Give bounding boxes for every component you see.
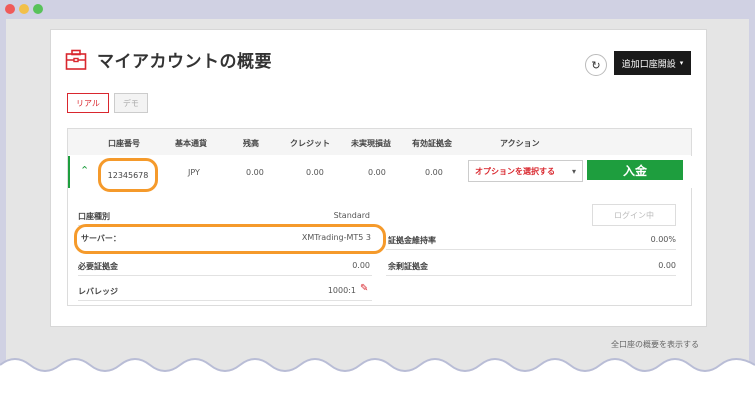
free-margin-value: 0.00 bbox=[658, 261, 676, 270]
balance-value: 0.00 bbox=[246, 168, 264, 177]
equity-value: 0.00 bbox=[425, 168, 443, 177]
free-margin-label: 余剰証拠金 bbox=[388, 262, 428, 271]
server-label: サーバー： bbox=[81, 234, 121, 243]
add-account-label: 追加口座開設 bbox=[621, 59, 676, 70]
col-credit: クレジット bbox=[290, 139, 330, 148]
window-controls bbox=[5, 4, 43, 14]
server-highlight: サーバー： XMTrading-MT5 3 bbox=[74, 224, 386, 254]
col-account-number: 口座番号 bbox=[108, 139, 140, 148]
browser-frame: マイアカウントの概要 ↻ 追加口座開設 ▾ リアル デモ 口座番号 基本通貨 残… bbox=[0, 0, 755, 407]
unrealized-value: 0.00 bbox=[368, 168, 386, 177]
divider bbox=[78, 275, 372, 276]
wallet-icon bbox=[65, 49, 87, 70]
col-action: アクション bbox=[500, 139, 540, 148]
maintenance-margin-value: 0.00% bbox=[650, 235, 676, 244]
chevron-down-icon: ▾ bbox=[571, 166, 576, 176]
leverage-label: レバレッジ bbox=[78, 287, 118, 296]
login-button[interactable]: ログイン中 bbox=[592, 204, 676, 226]
action-select-value: オプションを選択する bbox=[475, 166, 555, 176]
table-header: 口座番号 基本通貨 残高 クレジット 未実現損益 有効証拠金 アクション bbox=[68, 129, 691, 155]
maximize-window-button[interactable] bbox=[33, 4, 43, 14]
required-margin-label: 必要証拠金 bbox=[78, 262, 118, 271]
account-number: 12345678 bbox=[98, 158, 158, 192]
col-unrealized: 未実現損益 bbox=[351, 139, 391, 148]
currency-value: JPY bbox=[188, 168, 200, 177]
pencil-icon[interactable]: ✎ bbox=[360, 283, 368, 294]
tab-demo[interactable]: デモ bbox=[113, 93, 148, 113]
page-title: マイアカウントの概要 bbox=[97, 52, 272, 72]
divider bbox=[386, 275, 676, 276]
account-type-label: 口座種別 bbox=[78, 212, 110, 221]
accounts-table: 口座番号 基本通貨 残高 クレジット 未実現損益 有効証拠金 アクション ⌃ 1… bbox=[67, 128, 693, 306]
account-details: 口座種別 Standard ログイン中 サーバー： XMTrading-MT5 … bbox=[68, 189, 691, 305]
account-type-value: Standard bbox=[333, 211, 370, 220]
chevron-down-icon: ▾ bbox=[679, 59, 684, 67]
torn-edge-decoration bbox=[0, 358, 755, 407]
col-equity: 有効証拠金 bbox=[412, 139, 452, 148]
leverage-value: 1000:1 bbox=[327, 286, 356, 295]
refresh-icon: ↻ bbox=[591, 58, 601, 72]
credit-value: 0.00 bbox=[306, 168, 324, 177]
minimize-window-button[interactable] bbox=[19, 4, 29, 14]
col-balance: 残高 bbox=[243, 139, 259, 148]
server-value: XMTrading-MT5 3 bbox=[301, 233, 371, 242]
add-account-button[interactable]: 追加口座開設 ▾ bbox=[614, 51, 691, 75]
chevron-up-icon[interactable]: ⌃ bbox=[80, 164, 89, 177]
refresh-button[interactable]: ↻ bbox=[585, 54, 607, 76]
maintenance-margin-label: 証拠金維持率 bbox=[388, 236, 436, 245]
tab-real[interactable]: リアル bbox=[67, 93, 109, 113]
divider bbox=[386, 249, 676, 250]
table-row: ⌃ 12345678 JPY 0.00 0.00 0.00 0.00 オプション… bbox=[68, 156, 693, 192]
divider bbox=[78, 300, 372, 301]
required-margin-value: 0.00 bbox=[352, 261, 370, 270]
account-overview-card: マイアカウントの概要 ↻ 追加口座開設 ▾ リアル デモ 口座番号 基本通貨 残… bbox=[50, 29, 707, 327]
action-select[interactable]: オプションを選択する ▾ bbox=[468, 160, 583, 182]
account-type-tabs: リアル デモ bbox=[67, 93, 148, 113]
col-currency: 基本通貨 bbox=[175, 139, 207, 148]
title-row: マイアカウントの概要 bbox=[65, 47, 272, 72]
close-window-button[interactable] bbox=[5, 4, 15, 14]
deposit-button[interactable]: 入金 bbox=[587, 160, 683, 180]
